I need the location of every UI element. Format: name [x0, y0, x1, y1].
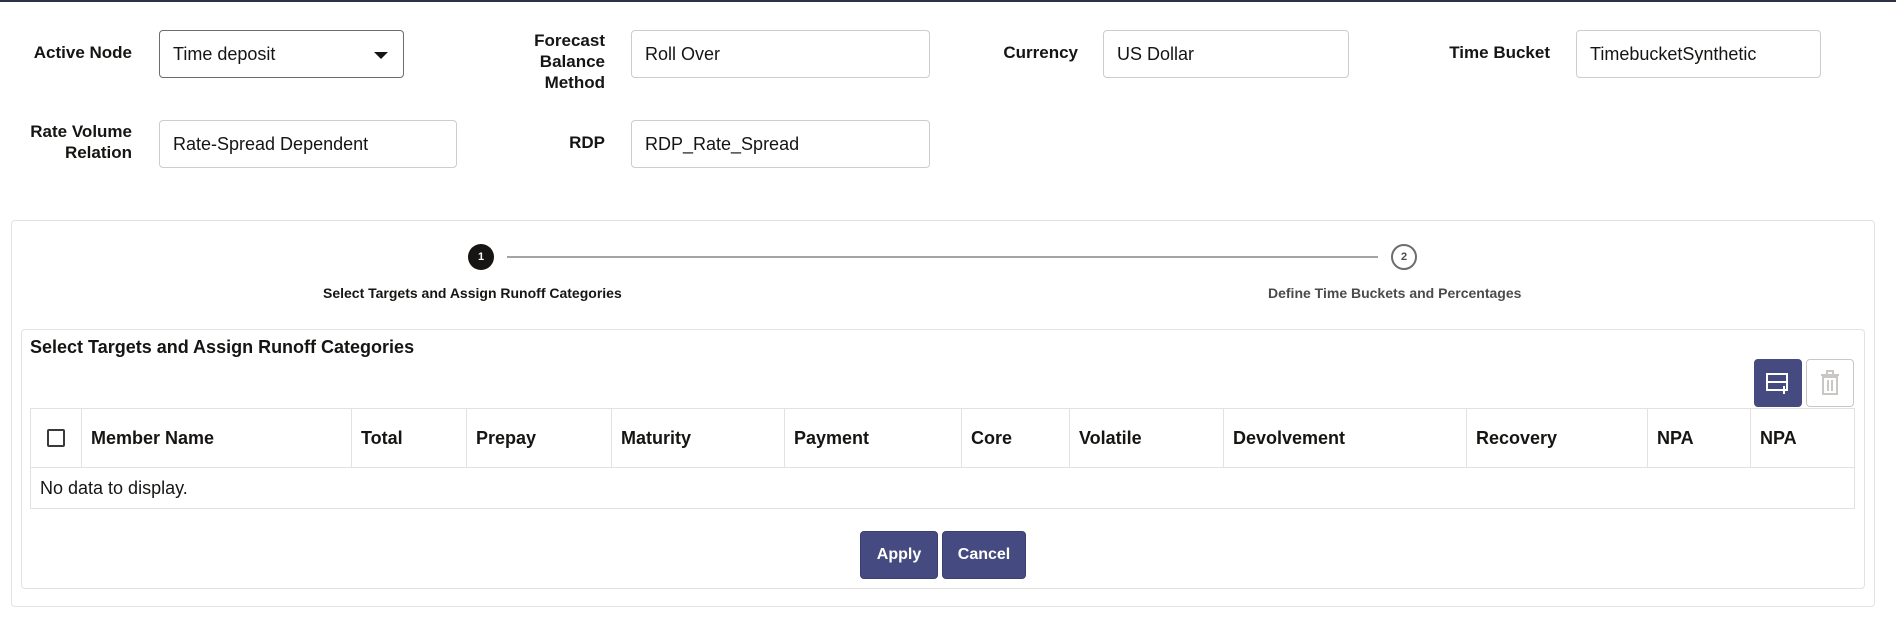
forecast-label-line1: Forecast: [534, 31, 605, 50]
chevron-down-icon: [374, 52, 388, 59]
active-node-label: Active Node: [33, 43, 132, 62]
active-node-value: Time deposit: [173, 44, 276, 64]
rate-volume-label-line1: Rate Volume: [30, 122, 132, 141]
add-row-button[interactable]: [1754, 359, 1802, 407]
select-all-checkbox[interactable]: [47, 429, 65, 447]
section-title: Select Targets and Assign Runoff Categor…: [30, 337, 415, 357]
step-connector: [507, 256, 1378, 258]
cancel-button[interactable]: Cancel: [942, 531, 1026, 579]
col-recovery[interactable]: Recovery: [1466, 409, 1647, 467]
time-bucket-field[interactable]: TimebucketSynthetic: [1576, 30, 1821, 78]
forecast-balance-method-field[interactable]: Roll Over: [631, 30, 930, 78]
active-node-select[interactable]: Time deposit: [159, 30, 404, 78]
delete-icon: [1821, 370, 1839, 395]
forecast-label-line3: Method: [544, 73, 605, 92]
rate-volume-label-line2: Relation: [64, 143, 132, 162]
rate-volume-relation-label: Rate Volume Relation: [20, 121, 132, 163]
col-member-name[interactable]: Member Name: [81, 409, 381, 467]
currency-field[interactable]: US Dollar: [1103, 30, 1349, 78]
top-border: [0, 0, 1896, 2]
step-1-label[interactable]: Select Targets and Assign Runoff Categor…: [323, 285, 622, 301]
rdp-label: RDP: [569, 133, 605, 152]
col-npa-2[interactable]: NPA: [1750, 409, 1854, 467]
col-maturity[interactable]: Maturity: [611, 409, 784, 467]
rate-volume-relation-field[interactable]: Rate-Spread Dependent: [159, 120, 457, 168]
step-2-label[interactable]: Define Time Buckets and Percentages: [1268, 285, 1521, 301]
forecast-balance-method-label: Forecast Balance Method: [500, 30, 605, 93]
targets-table: Member Name Total Prepay Maturity Paymen…: [30, 408, 1855, 509]
empty-message: No data to display.: [40, 478, 188, 498]
apply-button[interactable]: Apply: [860, 531, 938, 579]
add-row-icon: [1766, 373, 1788, 394]
step-2-indicator[interactable]: 2: [1391, 244, 1417, 270]
table-header: Member Name Total Prepay Maturity Paymen…: [31, 409, 1854, 468]
col-payment[interactable]: Payment: [784, 409, 961, 467]
col-total[interactable]: Total: [351, 409, 466, 467]
col-volatile[interactable]: Volatile: [1069, 409, 1223, 467]
time-bucket-label: Time Bucket: [1449, 43, 1550, 62]
currency-label: Currency: [1003, 43, 1078, 62]
col-prepay[interactable]: Prepay: [466, 409, 611, 467]
delete-button[interactable]: [1806, 359, 1854, 407]
forecast-label-line2: Balance: [539, 52, 605, 71]
rdp-field[interactable]: RDP_Rate_Spread: [631, 120, 930, 168]
step-1-indicator[interactable]: 1: [468, 244, 494, 270]
col-npa-1[interactable]: NPA: [1647, 409, 1750, 467]
col-core[interactable]: Core: [961, 409, 1069, 467]
col-devolvement[interactable]: Devolvement: [1223, 409, 1466, 467]
